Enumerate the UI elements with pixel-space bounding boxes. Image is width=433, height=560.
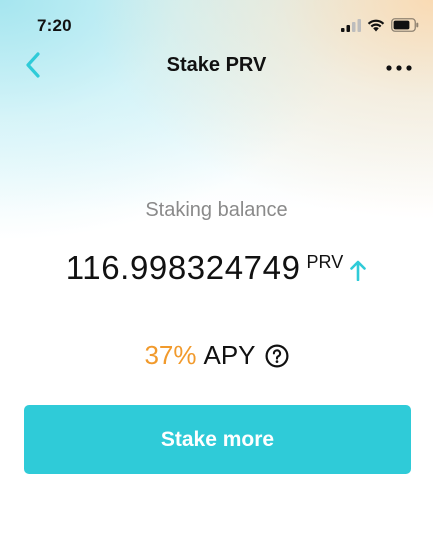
more-dots-icon bbox=[386, 58, 412, 76]
stake-more-button[interactable]: Stake more bbox=[24, 405, 411, 474]
status-time: 7:20 bbox=[37, 16, 72, 35]
balance-unit: PRV bbox=[306, 252, 344, 272]
wifi-icon bbox=[367, 19, 385, 32]
status-icons bbox=[341, 18, 419, 32]
arrow-up-icon bbox=[349, 259, 367, 282]
battery-icon bbox=[391, 18, 419, 32]
balance-amount: 116.998324749 bbox=[65, 249, 301, 286]
staking-balance-label: Staking balance bbox=[145, 199, 288, 221]
apy-label: APY bbox=[203, 340, 256, 370]
signal-bars-icon bbox=[341, 18, 361, 32]
navigation-bar: Stake PRV bbox=[0, 46, 433, 88]
more-options-button[interactable] bbox=[383, 52, 415, 82]
page-title: Stake PRV bbox=[166, 54, 267, 76]
staking-balance: 116.998324749 PRV bbox=[0, 248, 433, 288]
status-bar: 7:20 bbox=[0, 0, 433, 50]
question-circle-icon[interactable] bbox=[265, 344, 289, 368]
apy-row: 37% APY bbox=[0, 340, 433, 371]
apy-percent: 37% bbox=[144, 340, 197, 370]
